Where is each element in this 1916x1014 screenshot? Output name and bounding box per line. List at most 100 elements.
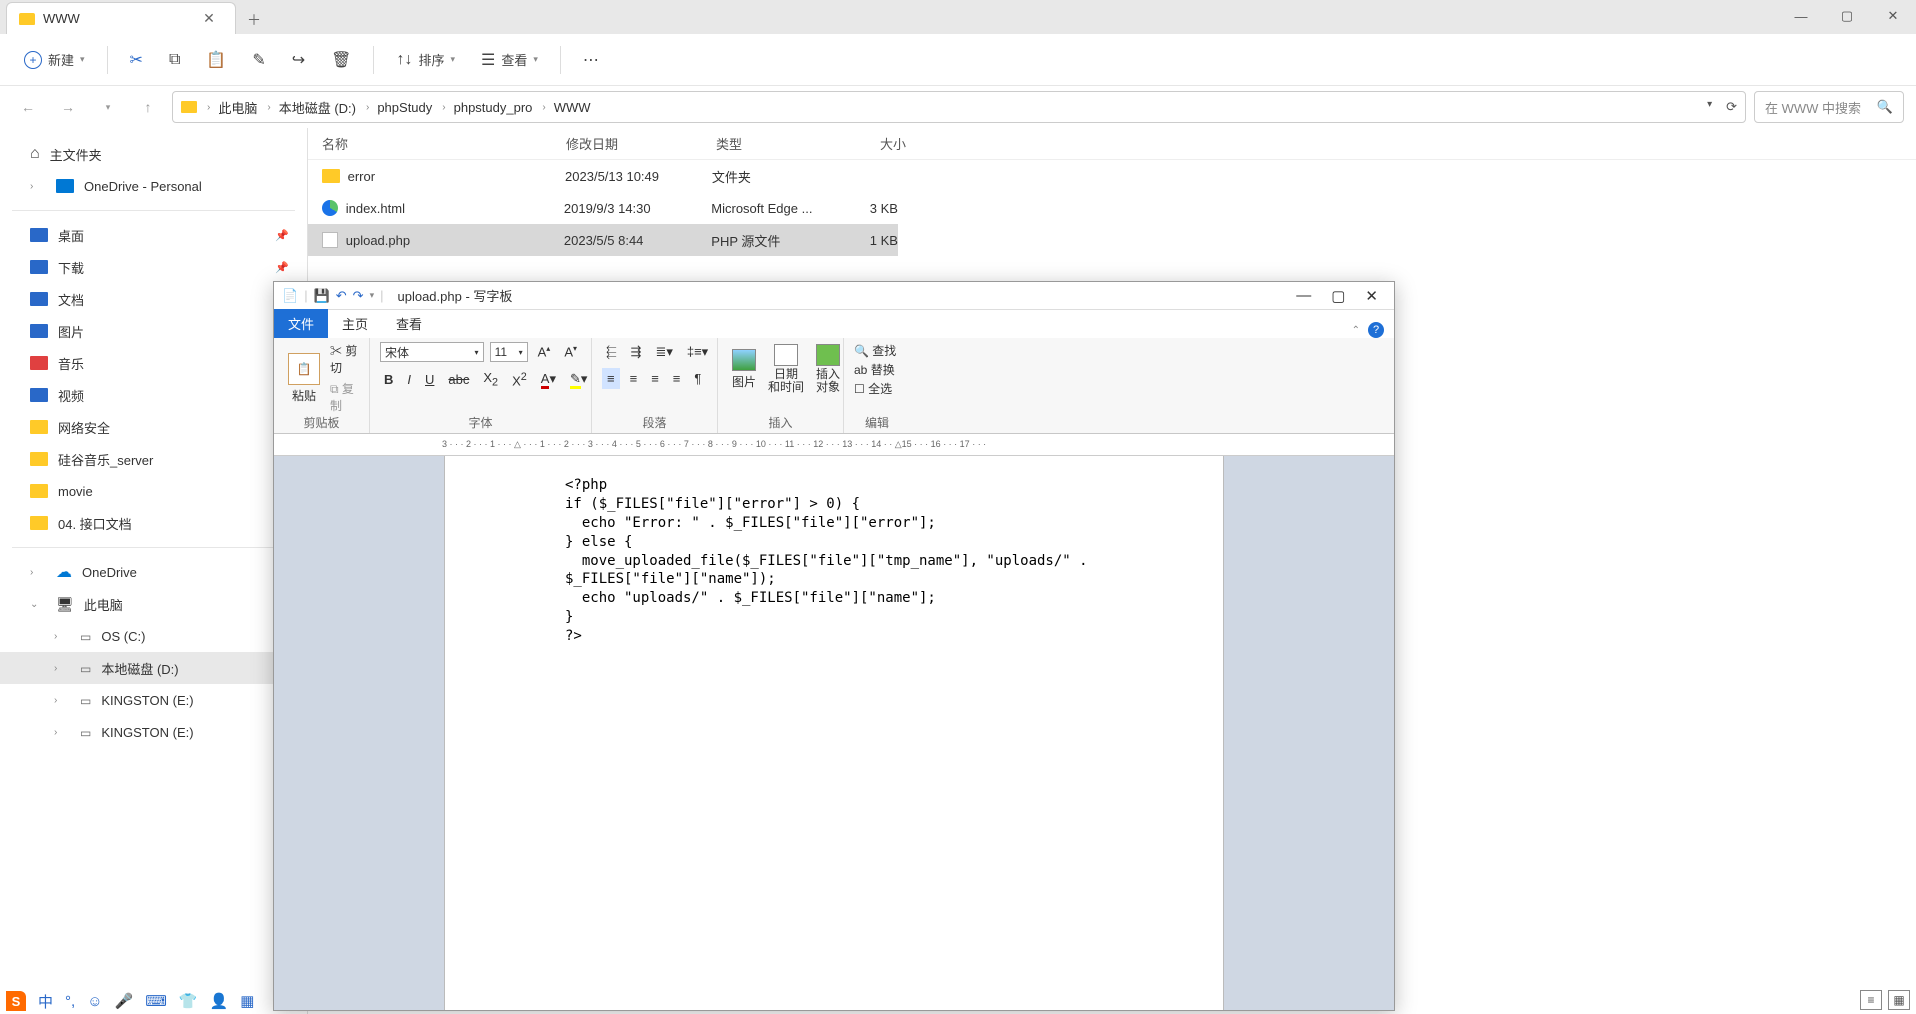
nav-back[interactable]: ← [12,91,44,123]
ime-punct[interactable]: °, [65,993,75,1010]
sidebar-thispc[interactable]: ⌄此电脑 [0,588,307,620]
paragraph-button[interactable]: ¶ [690,369,705,388]
sogou-icon[interactable]: S [6,991,26,1011]
sidebar-onedrive-personal[interactable]: ›OneDrive - Personal [0,170,307,202]
help-icon[interactable]: ? [1368,322,1384,338]
sidebar-pinned-item[interactable]: 硅谷音乐_server [0,443,307,475]
crumb-2[interactable]: phpStudy [377,100,432,115]
search-input[interactable]: 在 WWW 中搜索 🔍 [1754,91,1904,123]
copy-button[interactable]: ⧉ [159,42,190,78]
find-button[interactable]: 🔍 查找 [854,342,900,359]
minimize-button[interactable]: — [1778,0,1824,32]
underline-button[interactable]: U [421,370,438,389]
sidebar-pinned-item[interactable]: 04. 接口文档 [0,507,307,539]
wp-close[interactable]: ✕ [1365,287,1378,305]
nav-recent[interactable]: ▾ [92,91,124,123]
text-color-button[interactable]: A▾ [537,369,560,389]
new-tab-button[interactable]: ＋ [240,6,268,34]
col-size[interactable]: 大小 [836,134,906,153]
indent-button[interactable]: ⇶ [627,342,646,362]
selectall-button[interactable]: ☐ 全选 [854,380,900,397]
wp-minimize[interactable]: — [1296,287,1311,305]
file-row[interactable]: upload.php2023/5/5 8:44PHP 源文件1 KB [308,224,898,256]
subscript-button[interactable]: X2 [479,368,502,391]
more-button[interactable]: ⋯ [573,42,609,78]
view-button[interactable]: ☰查看▾ [471,42,548,78]
maximize-button[interactable]: ▢ [1824,0,1870,32]
sidebar-pinned-item[interactable]: 网络安全 [0,411,307,443]
redo-icon[interactable]: ↷ [353,288,364,304]
ruler[interactable]: 3 · · · 2 · · · 1 · · · △ · · · 1 · · · … [274,434,1394,456]
insert-object[interactable]: 插入 对象 [812,342,844,396]
save-icon[interactable]: 💾 [314,288,330,304]
ime-mic[interactable]: 🎤 [115,992,134,1010]
crumb-3[interactable]: phpstudy_pro [454,100,533,115]
nav-forward[interactable]: → [52,91,84,123]
copy-button[interactable]: ⧉ 复制 [330,380,359,414]
wordpad-titlebar[interactable]: 📄 | 💾 ↶ ↷ ▾ | upload.php - 写字板 — ▢ ✕ [274,282,1394,310]
ime-lang[interactable]: 中 [38,991,53,1012]
addr-dropdown-icon[interactable]: ▾ [1707,99,1712,115]
align-center[interactable]: ≡ [626,369,642,388]
font-size-select[interactable]: 11▾ [490,342,528,362]
ime-grid[interactable]: ▦ [240,992,254,1010]
file-row[interactable]: error2023/5/13 10:49文件夹 [308,160,898,192]
bold-button[interactable]: B [380,370,397,389]
tab-file[interactable]: 文件 [274,309,328,338]
font-family-select[interactable]: 宋体▾ [380,342,484,362]
sidebar-drive-item[interactable]: › 本地磁盘 (D:) [0,652,307,684]
wp-maximize[interactable]: ▢ [1331,287,1345,305]
superscript-button[interactable]: X2 [508,369,531,390]
file-row[interactable]: index.html2019/9/3 14:30Microsoft Edge .… [308,192,898,224]
highlight-button[interactable]: ✎▾ [566,369,591,389]
insert-datetime[interactable]: 日期 和时间 [764,342,808,396]
crumb-4[interactable]: WWW [554,100,591,115]
ime-emoji[interactable]: ☺ [87,993,102,1010]
grid-view-button[interactable]: ▦ [1888,990,1910,1010]
sort-button[interactable]: ↑↓排序▾ [386,42,465,78]
tab-close-button[interactable]: ✕ [195,5,223,33]
tab-view[interactable]: 查看 [382,309,436,338]
replace-button[interactable]: ab 替换 [854,361,900,378]
linespacing-button[interactable]: ‡≡▾ [683,342,712,362]
explorer-tab[interactable]: WWW ✕ [6,2,236,34]
paste-button[interactable]: 📋 [196,42,236,78]
sidebar-quick-item[interactable]: 下载📌 [0,251,307,283]
ime-toolbar[interactable]: S 中 °, ☺ 🎤 ⌨ 👕 👤 ▦ [0,988,260,1014]
col-date[interactable]: 修改日期 [566,134,716,153]
sidebar-drive-item[interactable]: › KINGSTON (E:) [0,716,307,748]
tab-home[interactable]: 主页 [328,309,382,338]
shrink-font[interactable]: A▾ [560,342,581,361]
nav-up[interactable]: ↑ [132,91,164,123]
cut-button[interactable]: ✂ [120,42,153,78]
crumb-0[interactable]: 此电脑 [218,98,257,117]
grow-font[interactable]: A▴ [534,342,555,361]
sidebar-drive-item[interactable]: › OS (C:) [0,620,307,652]
paste-button[interactable]: 📋粘贴 [284,351,324,406]
cut-button[interactable]: ✂ 剪切 [330,342,359,376]
refresh-icon[interactable]: ⟳ [1726,99,1737,115]
italic-button[interactable]: I [403,370,415,389]
outdent-button[interactable]: ⬱ [602,342,621,362]
sidebar-quick-item[interactable]: 文档📌 [0,283,307,315]
crumb-1[interactable]: 本地磁盘 (D:) [279,98,356,117]
sidebar-drive-item[interactable]: › KINGSTON (E:) [0,684,307,716]
col-name[interactable]: 名称 [322,134,566,153]
details-view-button[interactable]: ≡ [1860,990,1882,1010]
align-left[interactable]: ≡ [602,368,620,389]
new-button[interactable]: + 新建 ▾ [14,42,95,78]
bullets-button[interactable]: ≣▾ [651,342,676,362]
rename-button[interactable]: ✎ [242,42,275,78]
sidebar-quick-item[interactable]: 图片📌 [0,315,307,347]
sidebar-onedrive[interactable]: ›OneDrive [0,556,307,588]
undo-icon[interactable]: ↶ [336,288,347,304]
sidebar-pinned-item[interactable]: movie [0,475,307,507]
align-right[interactable]: ≡ [647,369,663,388]
insert-picture[interactable]: 图片 [728,347,760,392]
collapse-ribbon-icon[interactable]: ⌃ [1352,325,1360,336]
ime-skin[interactable]: 👤 [210,992,229,1010]
sidebar-home[interactable]: 主文件夹 [0,138,307,170]
sidebar-quick-item[interactable]: 音乐📌 [0,347,307,379]
ime-keyboard[interactable]: ⌨ [145,992,167,1010]
col-type[interactable]: 类型 [716,134,836,153]
